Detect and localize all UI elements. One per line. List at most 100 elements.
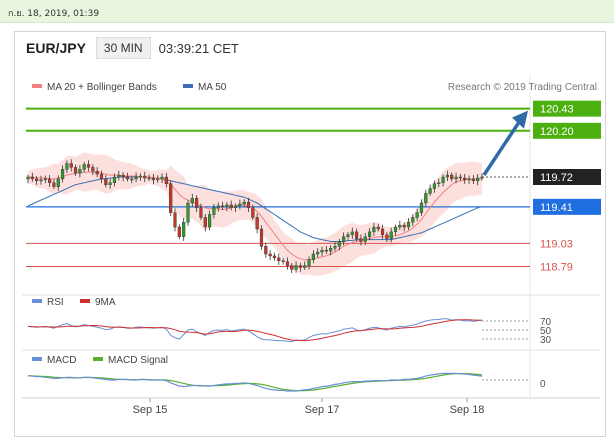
macd-legend-swatch — [32, 357, 42, 361]
candle-body — [277, 257, 281, 261]
candle-body — [208, 214, 212, 228]
candle-body — [329, 248, 333, 252]
candle-body — [143, 175, 147, 179]
candle-body — [108, 182, 112, 185]
candle-body — [199, 207, 203, 218]
candle-body — [56, 178, 60, 187]
rsi9ma-legend-swatch — [80, 299, 90, 303]
ma50-legend-swatch — [183, 84, 193, 88]
candle-body — [130, 178, 134, 181]
candle-body — [156, 178, 160, 181]
candle-body — [52, 182, 56, 187]
candle-body — [402, 224, 406, 228]
candle-body — [229, 204, 233, 209]
rsi-tick-label: 30 — [540, 335, 552, 346]
candle-body — [411, 217, 415, 223]
candle-body — [389, 231, 393, 239]
candle-body — [445, 174, 450, 178]
rsi-legend-swatch — [32, 299, 42, 303]
candle-body — [376, 226, 380, 230]
macd-tick-label: 0 — [540, 379, 546, 390]
credit-text: Research © 2019 Trading Central — [448, 82, 597, 93]
candle-body — [320, 249, 324, 253]
candle-body — [99, 173, 104, 180]
x-tick-label: Sep 18 — [450, 404, 485, 416]
candle-body — [281, 260, 285, 262]
candle-body — [60, 169, 65, 180]
candle-body — [367, 231, 372, 237]
candle-body — [333, 246, 337, 249]
candle-body — [246, 201, 251, 209]
candle-body — [337, 241, 341, 247]
candle-body — [437, 182, 441, 184]
candle-body — [406, 222, 411, 228]
candle-body — [463, 177, 467, 181]
candle-body — [268, 253, 272, 257]
candle-body — [233, 205, 238, 209]
candle-body — [43, 178, 47, 181]
candle-body — [346, 234, 350, 237]
candle-body — [190, 197, 194, 204]
candle-body — [480, 176, 484, 179]
candle-body — [450, 174, 454, 180]
candle-body — [264, 246, 268, 255]
macd-legend-label: MACD — [47, 355, 76, 366]
candle-body — [385, 234, 389, 239]
macd-signal-legend-swatch — [93, 357, 103, 361]
candle-body — [195, 197, 199, 209]
candle-body — [471, 178, 475, 182]
candle-body — [303, 265, 307, 268]
candle-body — [419, 202, 424, 213]
candle-body — [359, 238, 363, 242]
candle-body — [151, 177, 155, 181]
x-tick-label: Sep 15 — [133, 404, 168, 416]
candle-body — [307, 259, 311, 266]
candle-body — [476, 177, 480, 182]
candle-body — [290, 265, 294, 270]
macd-line — [27, 372, 483, 392]
candle-body — [35, 178, 39, 182]
candle-body — [212, 207, 216, 215]
candle-body — [251, 207, 255, 218]
candle-body — [160, 176, 164, 180]
candle-body — [398, 224, 402, 228]
rsi-legend-label: RSI — [47, 297, 64, 308]
candle-body — [69, 163, 73, 168]
candle-body — [467, 178, 471, 181]
candle-body — [393, 226, 398, 233]
ma50-legend-label: MA 50 — [198, 82, 227, 93]
candle-body — [363, 236, 367, 242]
candle-body — [48, 178, 52, 183]
candle-body — [65, 163, 69, 170]
candle-body — [458, 176, 462, 179]
candle-body — [238, 203, 242, 207]
level-label: 119.72 — [540, 172, 573, 184]
ma20-legend-label: MA 20 + Bollinger Bands — [47, 82, 157, 93]
candle-body — [311, 253, 315, 260]
candle-body — [216, 205, 220, 209]
candle-body — [177, 226, 181, 237]
level-label: 119.41 — [540, 202, 573, 214]
candle-body — [147, 177, 151, 180]
candle-body — [134, 176, 138, 180]
candle-body — [424, 193, 428, 204]
candle-body — [95, 171, 99, 175]
candle-body — [182, 222, 186, 237]
candle-body — [30, 176, 34, 180]
candle-body — [125, 176, 130, 180]
rsi9ma-legend-label: 9MA — [95, 297, 116, 308]
ma20-legend-swatch — [32, 84, 42, 88]
macd-signal-line — [27, 373, 483, 392]
candle-body — [372, 226, 376, 233]
candle-body — [316, 251, 320, 255]
candle-body — [225, 204, 229, 208]
rsi-line — [27, 318, 483, 343]
candle-body — [186, 202, 190, 223]
candle-body — [428, 188, 432, 194]
candle-body — [342, 236, 346, 242]
candle-body — [78, 169, 82, 174]
level-label: 119.03 — [540, 238, 573, 250]
candle-body — [432, 183, 437, 189]
candle-body — [220, 205, 225, 208]
forecast-arrow-shaft — [482, 119, 522, 176]
